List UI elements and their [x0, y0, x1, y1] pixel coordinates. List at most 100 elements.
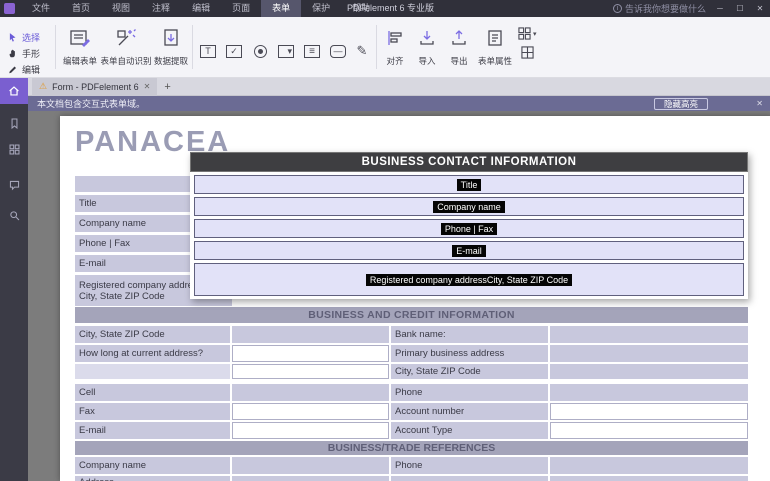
- contact-section-header: BUSINESS CONTACT INFORMATION: [190, 152, 748, 172]
- new-tab-button[interactable]: +: [164, 81, 170, 93]
- form-properties-button[interactable]: 表单属性: [474, 24, 516, 67]
- export-button[interactable]: 导出: [444, 24, 474, 67]
- field-name-chip: Phone | Fax: [441, 223, 497, 235]
- data-extract-button[interactable]: 数据提取: [152, 24, 190, 67]
- export-label: 导出: [450, 56, 467, 66]
- edit-form-button[interactable]: 编辑表单: [58, 24, 102, 67]
- form-properties-icon: [474, 24, 516, 52]
- search-panel-button[interactable]: [0, 202, 28, 228]
- highlight-fields-button[interactable]: 隐藏高亮: [654, 98, 708, 110]
- checkbox-icon[interactable]: ✓: [222, 39, 246, 63]
- search-assistant[interactable]: i 告诉我你想要做什么: [613, 0, 706, 17]
- form-auto-recognize-label: 表单自动识别: [100, 56, 151, 66]
- window-title: PDFelement 6 专业版: [347, 0, 434, 17]
- input-cell[interactable]: [550, 364, 748, 379]
- close-button[interactable]: ✕: [750, 0, 770, 17]
- document-tab[interactable]: ⚠ Form - PDFelement 6 ✕: [32, 78, 157, 96]
- input-cell[interactable]: [232, 364, 389, 379]
- menu-home[interactable]: 首页: [61, 0, 101, 17]
- form-fields-panel: BUSINESS CONTACT INFORMATION Title Compa…: [190, 152, 748, 299]
- grid-dropdown-button[interactable]: ▾: [518, 27, 537, 40]
- import-icon: [412, 24, 442, 52]
- tab-close-icon[interactable]: ✕: [144, 82, 151, 91]
- table-cell: Phone: [391, 384, 548, 401]
- menu-comment[interactable]: 注释: [141, 0, 181, 17]
- input-cell[interactable]: [550, 457, 748, 474]
- pen-icon: [8, 64, 18, 75]
- menu-protect[interactable]: 保护: [301, 0, 341, 17]
- menu-file[interactable]: 文件: [21, 0, 61, 17]
- hand-tool-button[interactable]: 手形: [8, 46, 40, 60]
- thumbnails-panel-button[interactable]: [0, 136, 28, 162]
- minimize-button[interactable]: ─: [710, 0, 730, 17]
- menu-edit[interactable]: 编辑: [181, 0, 221, 17]
- radio-button-icon[interactable]: [248, 39, 272, 63]
- menu-view[interactable]: 视图: [101, 0, 141, 17]
- form-field-address[interactable]: Registered company addressCity, State ZI…: [194, 263, 744, 296]
- form-field-company-name[interactable]: Company name: [194, 197, 744, 216]
- table-row: How long at current address? Primary bus…: [75, 345, 748, 362]
- import-button[interactable]: 导入: [412, 24, 442, 67]
- edit-tool-button[interactable]: 编辑: [8, 62, 40, 76]
- input-cell[interactable]: [232, 422, 389, 439]
- input-cell[interactable]: [232, 345, 389, 362]
- field-name-chip: Title: [457, 179, 482, 191]
- hand-icon: [8, 48, 18, 59]
- export-icon: [444, 24, 474, 52]
- lightbulb-icon: i: [613, 4, 622, 13]
- signature-icon[interactable]: ✎: [350, 39, 374, 63]
- table-row: Address: [75, 476, 748, 481]
- input-cell[interactable]: [550, 403, 748, 420]
- form-field-phone-fax[interactable]: Phone | Fax: [194, 219, 744, 238]
- app-window: 文件 首页 视图 注释 编辑 页面 表单 保护 帮助 PDFelement 6 …: [0, 0, 770, 481]
- comments-panel-button[interactable]: [0, 172, 28, 198]
- table-cell: City, State ZIP Code: [391, 364, 548, 379]
- text-field-icon[interactable]: T: [196, 39, 220, 63]
- maximize-button[interactable]: ☐: [730, 0, 750, 17]
- input-cell[interactable]: [232, 476, 389, 481]
- menu-page[interactable]: 页面: [221, 0, 261, 17]
- grid-button[interactable]: [521, 46, 534, 59]
- bookmarks-panel-button[interactable]: [0, 110, 28, 136]
- push-button-icon[interactable]: —: [326, 39, 350, 63]
- input-cell[interactable]: [232, 457, 389, 474]
- form-auto-recognize-button[interactable]: 表单自动识别: [100, 24, 152, 67]
- edit-form-icon: [58, 24, 102, 52]
- separator: [192, 25, 193, 69]
- pdf-page: PANACEA Title Company name Phone | Fax E…: [60, 116, 770, 481]
- notification-close-icon[interactable]: ✕: [756, 96, 763, 111]
- menu-form[interactable]: 表单: [261, 0, 301, 17]
- data-extract-label: 数据提取: [154, 56, 188, 66]
- align-button[interactable]: 对齐: [380, 24, 410, 67]
- pointer-tools: 选择 手形 编辑: [8, 30, 40, 76]
- table-cell: Phone: [391, 457, 548, 474]
- table-cell: E-mail: [75, 422, 230, 439]
- input-cell[interactable]: [550, 476, 748, 481]
- comment-icon: [8, 179, 21, 192]
- data-extract-icon: [152, 24, 190, 52]
- magic-wand-icon: [100, 24, 152, 52]
- table-cell: Address: [75, 476, 230, 481]
- input-cell[interactable]: [550, 345, 748, 362]
- input-cell[interactable]: [550, 384, 748, 401]
- align-icon: [380, 24, 410, 52]
- table-row: Company name Phone: [75, 457, 748, 474]
- input-cell[interactable]: [232, 326, 389, 343]
- input-cell[interactable]: [550, 326, 748, 343]
- form-notification-bar: 本文档包含交互式表单域。 隐藏高亮 ✕: [28, 96, 770, 111]
- combo-box-icon[interactable]: ▾: [274, 39, 298, 63]
- input-cell[interactable]: [232, 403, 389, 420]
- form-field-title[interactable]: Title: [194, 175, 744, 194]
- document-area: PANACEA Title Company name Phone | Fax E…: [28, 111, 770, 481]
- cursor-icon: [8, 32, 18, 43]
- select-tool-button[interactable]: 选择: [8, 30, 40, 44]
- list-box-icon[interactable]: ≡: [300, 39, 324, 63]
- form-field-email[interactable]: E-mail: [194, 241, 744, 260]
- input-cell[interactable]: [232, 384, 389, 401]
- home-panel-button[interactable]: [0, 78, 28, 104]
- input-cell[interactable]: [550, 422, 748, 439]
- table-cell: [391, 476, 548, 481]
- edit-form-label: 编辑表单: [63, 56, 97, 66]
- input-cell[interactable]: [75, 364, 230, 379]
- field-name-chip: Company name: [433, 201, 505, 213]
